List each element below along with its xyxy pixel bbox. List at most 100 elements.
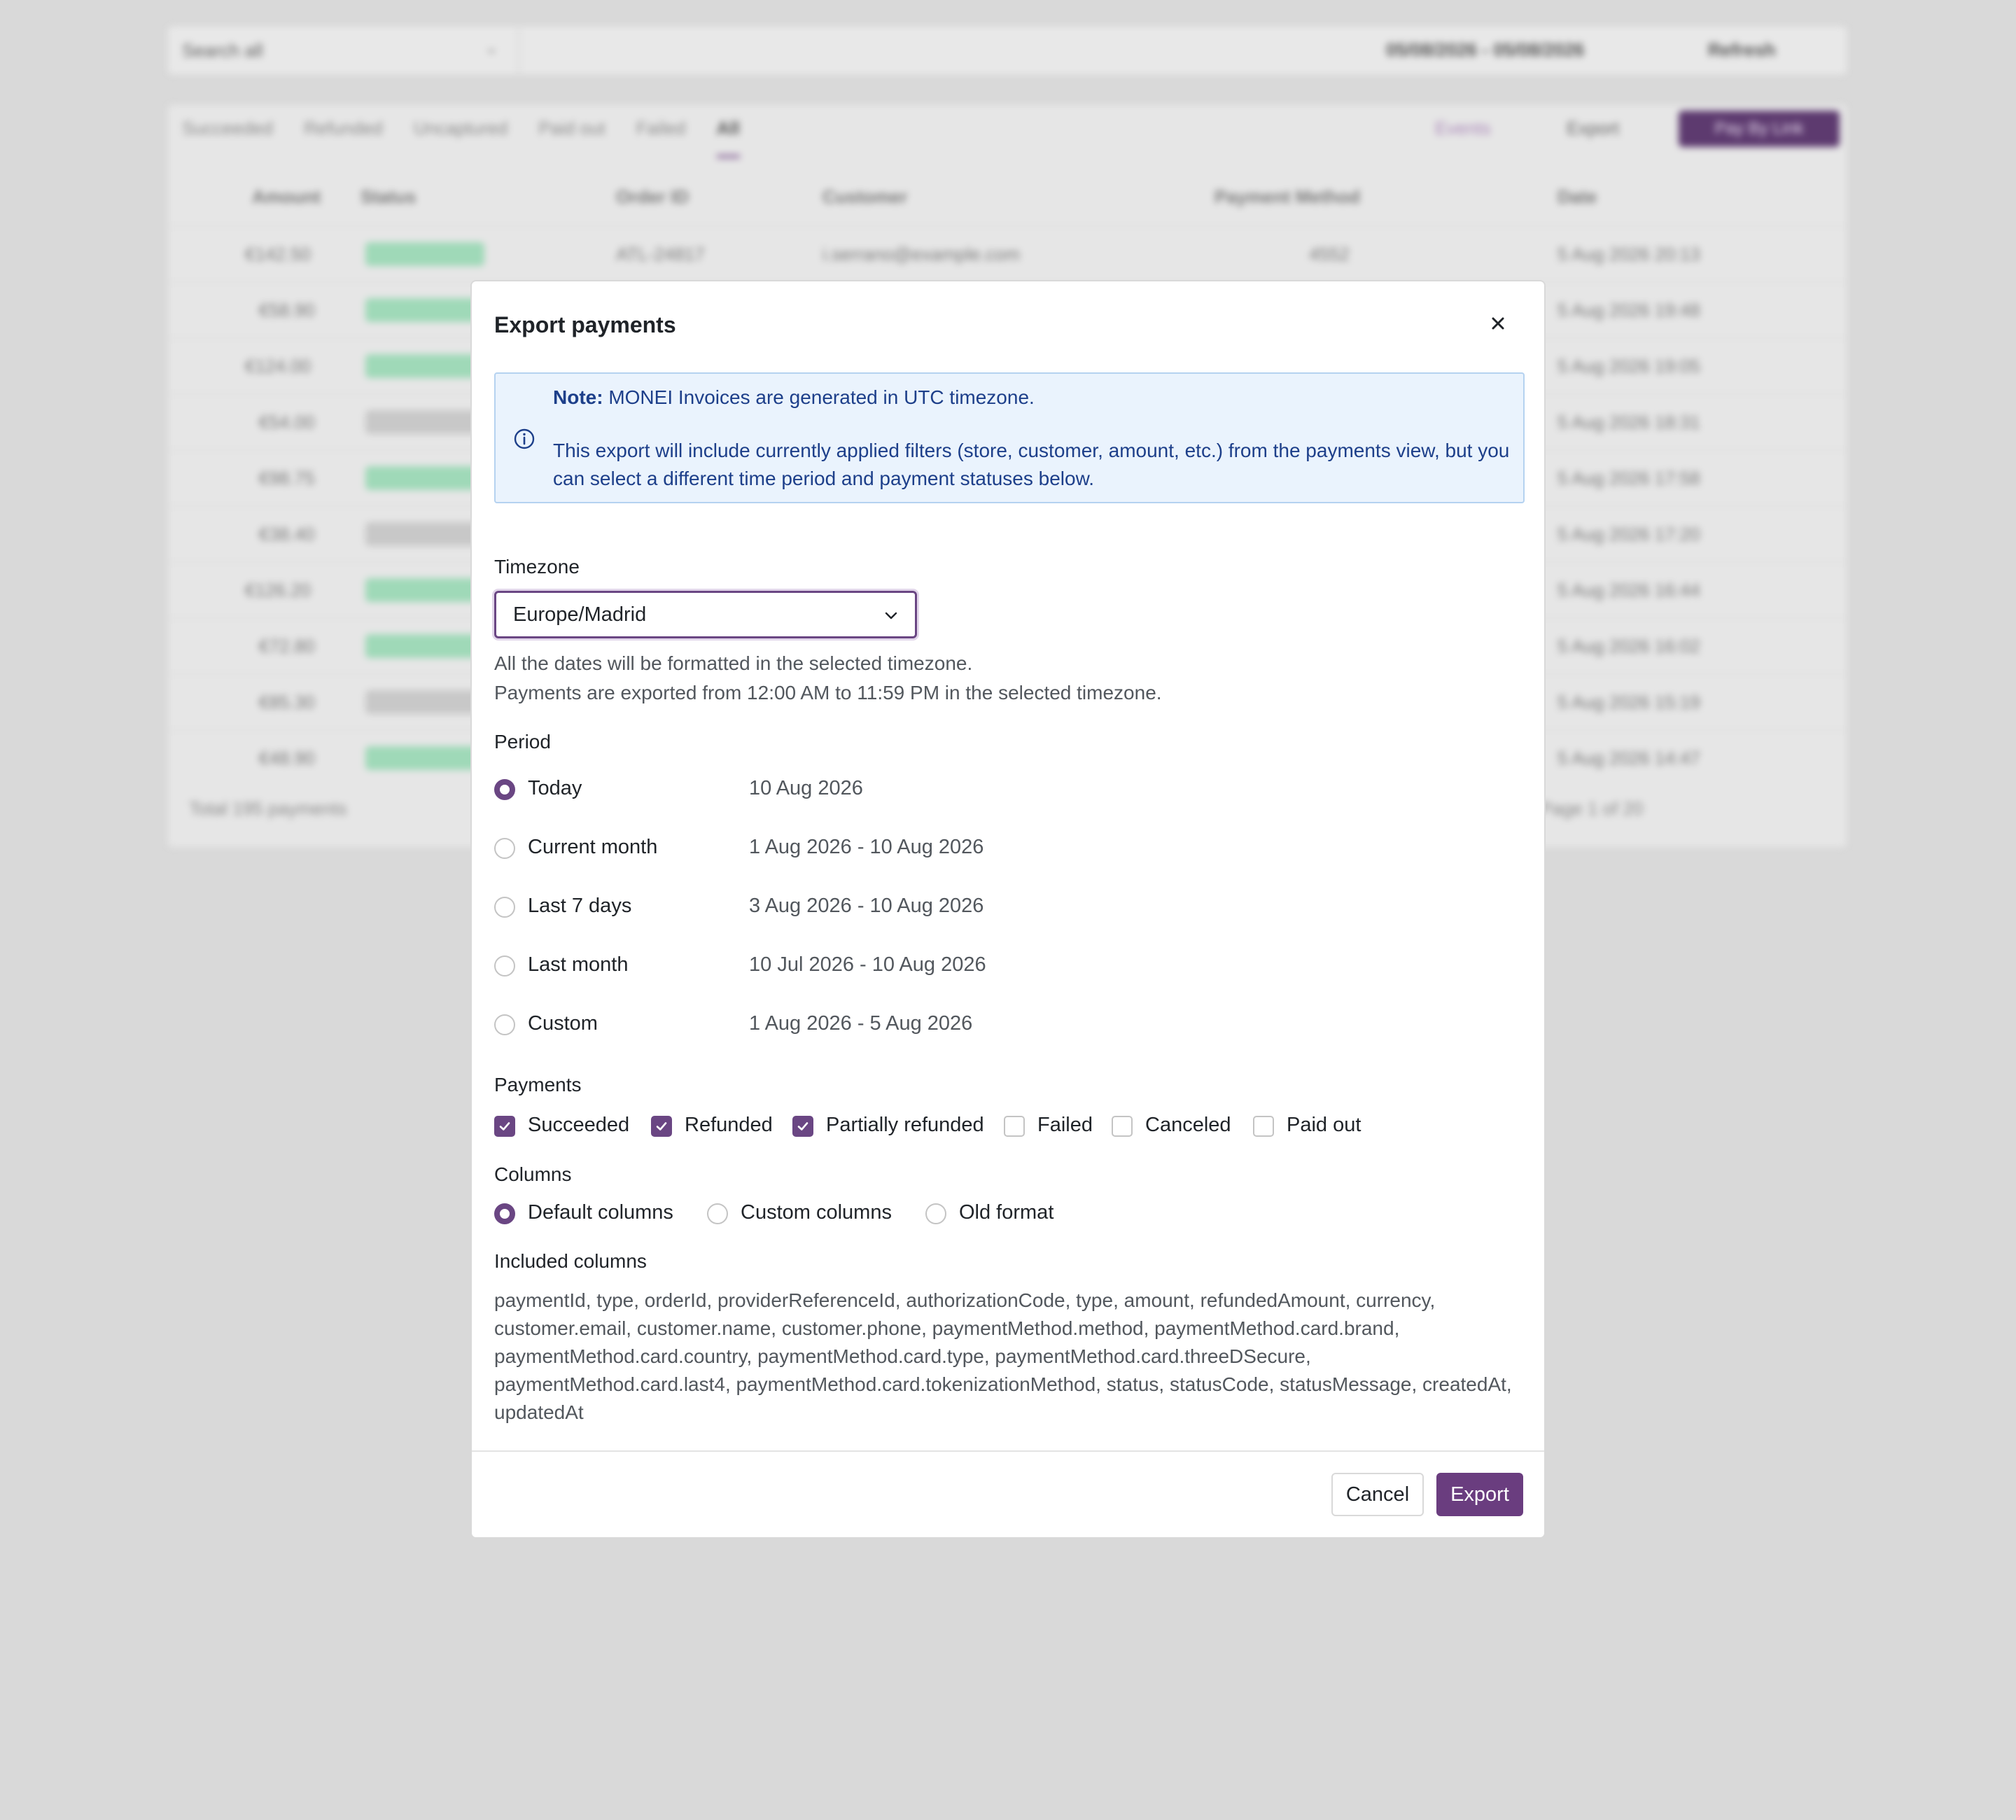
columns-option-custom[interactable]: Custom columns: [707, 1200, 903, 1228]
radio-button[interactable]: [925, 1203, 946, 1224]
radio-button[interactable]: [494, 955, 515, 976]
checkbox-label: Failed: [1037, 1114, 1093, 1136]
chevron-down-icon: ⌄: [484, 38, 499, 57]
checkbox[interactable]: [1253, 1116, 1274, 1137]
close-button[interactable]: [1484, 309, 1512, 337]
payment-status-partially-refunded[interactable]: Partially refunded: [792, 1112, 988, 1140]
checkbox-label: Refunded: [685, 1114, 773, 1136]
refresh-button[interactable]: Refresh: [1708, 39, 1776, 61]
date-cell: 5 Aug 2026 14:47: [1558, 748, 1700, 769]
radio-button[interactable]: [494, 779, 515, 800]
dialog-title: Export payments: [494, 312, 676, 337]
info-note: Note: MONEI Invoices are generated in UT…: [494, 372, 1525, 503]
info-icon: [514, 428, 535, 449]
period-option-label: Today: [528, 777, 582, 799]
columns-option-default[interactable]: Default columns: [494, 1200, 676, 1228]
columns-option-old-format[interactable]: Old format: [925, 1200, 1079, 1228]
status-badge: [365, 690, 484, 714]
checkbox[interactable]: [1112, 1116, 1133, 1137]
status-badge: [365, 634, 484, 658]
close-icon: [1492, 317, 1504, 330]
period-option-last-month[interactable]: Last month 10 Jul 2026 - 10 Aug 2026: [494, 952, 1124, 980]
export-button[interactable]: Export: [1567, 118, 1619, 139]
amount-cell: €72.80: [259, 636, 315, 657]
period-option-range: 1 Aug 2026 - 5 Aug 2026: [749, 1012, 973, 1035]
radio-button[interactable]: [494, 838, 515, 859]
column-header: Status: [360, 186, 416, 207]
checkbox-label: Canceled: [1145, 1114, 1231, 1136]
period-option-range: 10 Jul 2026 - 10 Aug 2026: [749, 953, 986, 976]
date-cell: 5 Aug 2026 19:48: [1558, 300, 1700, 321]
amount-cell: €85.30: [259, 692, 315, 713]
period-option-today[interactable]: Today 10 Aug 2026: [494, 776, 1124, 804]
payment-status-failed[interactable]: Failed: [1004, 1112, 1102, 1140]
checkbox[interactable]: [792, 1116, 813, 1137]
tab-succeeded[interactable]: Succeeded: [182, 118, 273, 158]
payment-status-canceled[interactable]: Canceled: [1112, 1112, 1231, 1140]
pagination[interactable]: Page 1 of 20: [1540, 798, 1643, 820]
table-header: Amount Status Order ID Customer Payment …: [168, 169, 1847, 225]
radio-button[interactable]: [494, 897, 515, 918]
payment-status-succeeded[interactable]: Succeeded: [494, 1112, 634, 1140]
divider: [518, 27, 519, 74]
timezone-helper: All the dates will be formatted in the s…: [494, 652, 973, 674]
column-header: Order ID: [616, 186, 690, 207]
check-icon: [656, 1122, 667, 1130]
period-option-custom[interactable]: Custom 1 Aug 2026 - 5 Aug 2026: [494, 1011, 1124, 1039]
events-button[interactable]: Events: [1435, 118, 1491, 139]
tab-uncaptured[interactable]: Uncaptured: [414, 118, 507, 158]
check-icon: [499, 1122, 510, 1130]
total-count: Total 195 payments: [189, 798, 347, 819]
period-option-current-month[interactable]: Current month 1 Aug 2026 - 10 Aug 2026: [494, 834, 1124, 862]
chevron-down-icon: [885, 612, 897, 620]
export-payments-dialog: Export payments Note: MONEI Invoices are…: [470, 280, 1546, 1539]
date-range-picker[interactable]: 05/08/2026 - 05/08/2026: [1386, 39, 1584, 61]
date-cell: 5 Aug 2026 17:58: [1558, 468, 1700, 489]
note-details: This export will include currently appli…: [553, 440, 1510, 489]
customer-cell: i.serrano@example.com: [822, 244, 1021, 265]
column-header: Amount: [252, 186, 321, 207]
checkbox-label: Partially refunded: [826, 1114, 984, 1136]
amount-cell: €98.75: [259, 468, 315, 489]
tab-all[interactable]: All: [716, 118, 740, 158]
method-cell: 4552: [1309, 244, 1350, 265]
timezone-label: Timezone: [494, 556, 580, 578]
checkbox[interactable]: [1004, 1116, 1025, 1137]
export-button[interactable]: Export: [1436, 1473, 1523, 1516]
tab-paid-out[interactable]: Paid out: [538, 118, 605, 158]
checkbox[interactable]: [651, 1116, 672, 1137]
date-cell: 5 Aug 2026 17:20: [1558, 524, 1700, 545]
checkbox-label: Succeeded: [528, 1114, 630, 1136]
status-badge: [365, 354, 484, 378]
included-columns-label: Included columns: [494, 1250, 647, 1272]
note-text: MONEI Invoices are generated in UTC time…: [603, 386, 1035, 408]
checkbox-label: Paid out: [1287, 1114, 1362, 1136]
payment-status-refunded[interactable]: Refunded: [651, 1112, 777, 1140]
checkbox[interactable]: [494, 1116, 515, 1137]
tab-refunded[interactable]: Refunded: [304, 118, 383, 158]
pay-by-link-button[interactable]: Pay By Link: [1679, 111, 1840, 147]
tab-failed[interactable]: Failed: [636, 118, 686, 158]
table-row[interactable]: €142.50 ATL-24817 i.serrano@example.com …: [168, 225, 1847, 281]
amount-cell: €48.90: [259, 748, 315, 769]
payment-status-paid-out[interactable]: Paid out: [1253, 1112, 1365, 1140]
search-input[interactable]: Search all: [182, 38, 525, 63]
date-cell: 5 Aug 2026 20:13: [1558, 244, 1700, 265]
status-badge: [365, 410, 484, 434]
radio-button[interactable]: [707, 1203, 728, 1224]
status-badge: [365, 466, 484, 490]
status-badge: [365, 578, 484, 602]
divider: [472, 1450, 1544, 1452]
radio-button[interactable]: [494, 1014, 515, 1035]
period-option-label: Last 7 days: [528, 895, 632, 917]
date-cell: 5 Aug 2026 16:02: [1558, 636, 1700, 657]
cancel-button[interactable]: Cancel: [1331, 1473, 1424, 1516]
amount-cell: €124.00: [245, 356, 311, 377]
period-option-label: Last month: [528, 953, 629, 976]
period-option-label: Current month: [528, 836, 658, 858]
period-option-last-7-days[interactable]: Last 7 days 3 Aug 2026 - 10 Aug 2026: [494, 893, 1124, 921]
timezone-select[interactable]: Europe/Madrid: [494, 591, 917, 638]
order-cell: ATL-24817: [616, 244, 705, 265]
check-icon: [797, 1122, 808, 1130]
radio-button[interactable]: [494, 1203, 515, 1224]
